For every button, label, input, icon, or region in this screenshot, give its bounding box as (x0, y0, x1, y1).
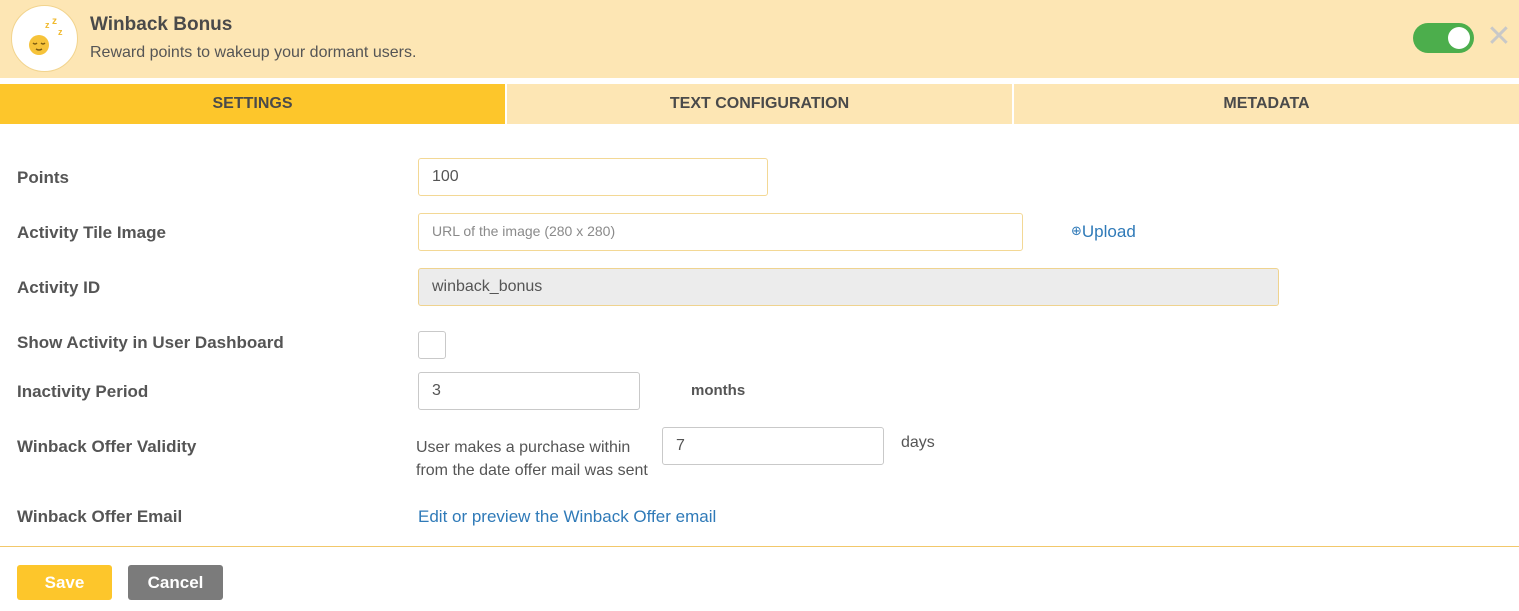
tab-settings[interactable]: SETTINGS (0, 84, 507, 124)
svg-text:z: z (45, 20, 50, 30)
upload-icon: ⊕ (1071, 223, 1082, 238)
toggle-knob (1448, 27, 1470, 49)
sleeping-face-icon: z z z (11, 5, 78, 72)
offer-validity-unit: days (901, 434, 935, 451)
offer-validity-helper-line1: User makes a purchase within (416, 439, 631, 456)
offer-validity-label: Winback Offer Validity (17, 437, 197, 456)
tab-bar: SETTINGS TEXT CONFIGURATION METADATA (0, 84, 1519, 124)
inactivity-period-label: Inactivity Period (17, 382, 149, 401)
tile-image-label: Activity Tile Image (17, 223, 166, 242)
activity-id-label: Activity ID (17, 278, 101, 297)
points-label: Points (17, 168, 69, 187)
activity-id-input (418, 268, 1279, 306)
show-in-dashboard-label: Show Activity in User Dashboard (17, 333, 284, 352)
save-button[interactable]: Save (17, 565, 112, 600)
tab-metadata[interactable]: METADATA (1014, 84, 1519, 124)
edit-offer-email-link[interactable]: Edit or preview the Winback Offer email (418, 507, 716, 527)
offer-validity-helper-line2: from the date offer mail was sent (416, 462, 648, 479)
close-icon[interactable]: ✕ (1486, 20, 1512, 54)
svg-text:z: z (52, 16, 57, 27)
offer-email-label: Winback Offer Email (17, 507, 183, 526)
inactivity-period-input[interactable] (418, 372, 640, 410)
show-in-dashboard-checkbox[interactable] (418, 331, 446, 359)
points-input[interactable] (418, 158, 768, 196)
upload-button[interactable]: ⊕Upload (1071, 222, 1136, 242)
tile-image-url-input[interactable] (418, 213, 1023, 251)
offer-validity-input[interactable] (662, 427, 884, 465)
cancel-button[interactable]: Cancel (128, 565, 223, 600)
svg-text:z: z (58, 27, 63, 37)
enable-toggle[interactable] (1413, 23, 1474, 53)
inactivity-unit: months (691, 382, 746, 399)
upload-label: Upload (1081, 222, 1136, 241)
page-subtitle: Reward points to wakeup your dormant use… (90, 44, 417, 61)
activity-header: z z z Winback Bonus Reward points to wak… (0, 0, 1519, 78)
footer-divider (0, 546, 1519, 547)
page-title: Winback Bonus (90, 14, 233, 35)
offer-validity-helper: User makes a purchase within from the da… (416, 436, 648, 482)
tab-text-configuration[interactable]: TEXT CONFIGURATION (507, 84, 1014, 124)
